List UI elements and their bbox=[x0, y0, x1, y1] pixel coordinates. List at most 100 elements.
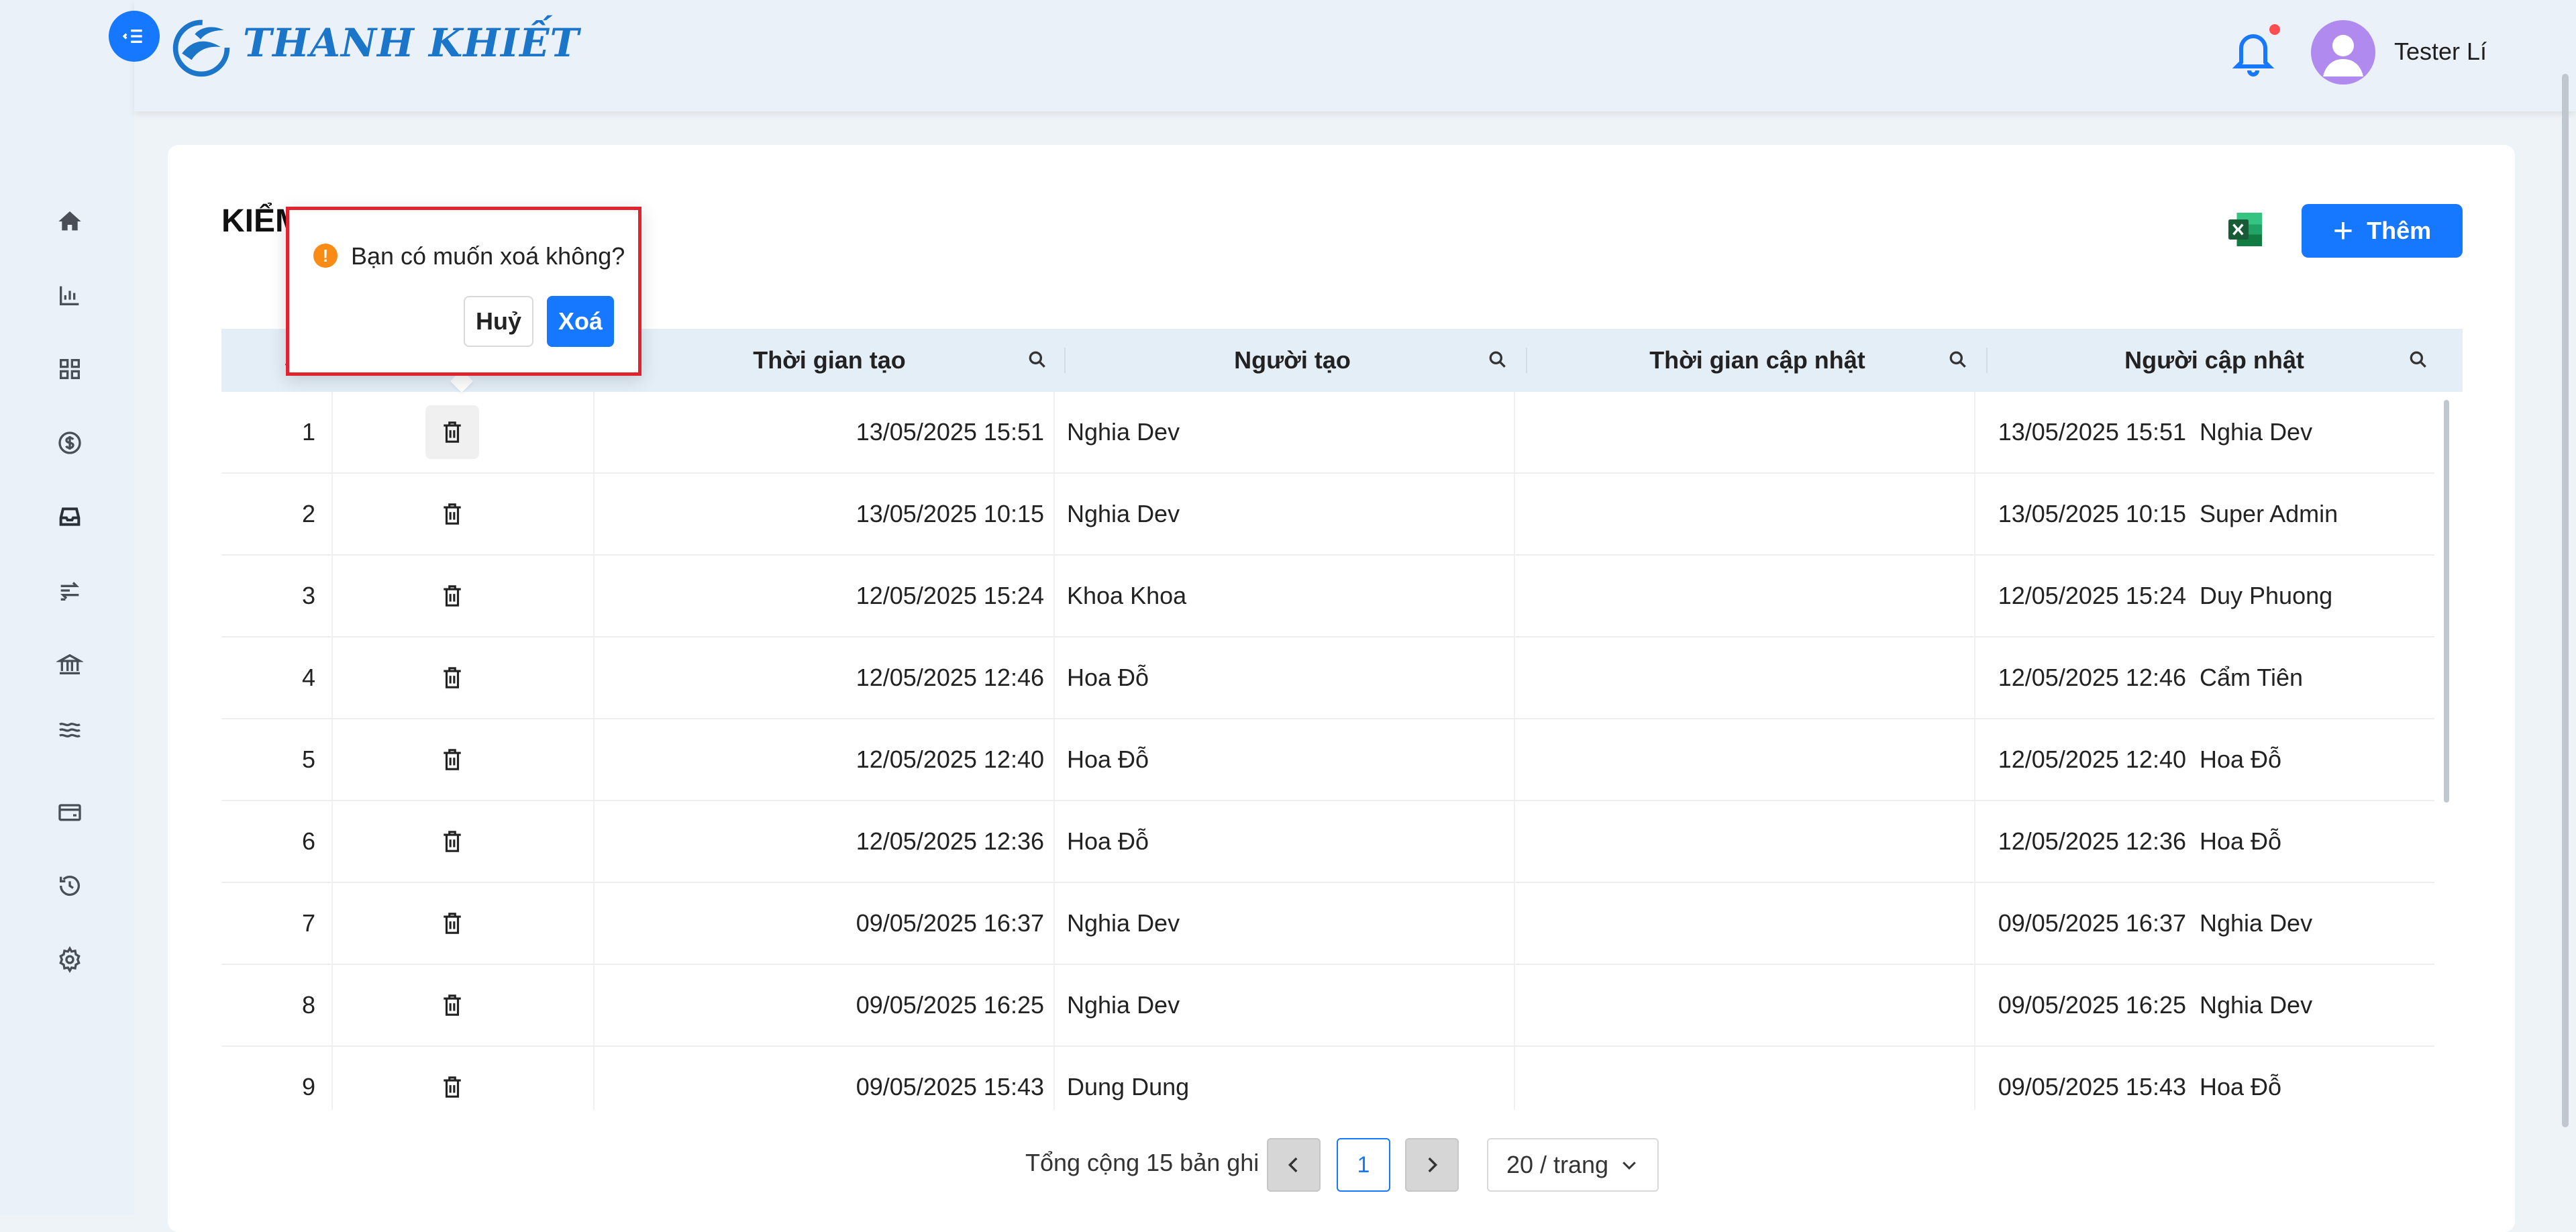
updated-time-cell: 12/05/2025 15:24 bbox=[1998, 582, 2186, 609]
delete-button[interactable] bbox=[333, 801, 572, 882]
confirm-delete-button[interactable]: Xoá bbox=[547, 296, 614, 347]
updater-cell: Nghia Dev bbox=[2200, 991, 2313, 1019]
creator-cell: Hoa Đỗ bbox=[1067, 827, 1149, 855]
avatar[interactable] bbox=[2311, 20, 2375, 85]
cancel-button[interactable]: Huỷ bbox=[464, 296, 533, 347]
table-row[interactable]: 7 09/05/2025 16:37 Nghia Dev 09/05/2025 … bbox=[221, 883, 2434, 965]
add-button-label: Thêm bbox=[2367, 217, 2432, 244]
stt-cell: 6 bbox=[301, 827, 315, 855]
page-size-select[interactable]: 20 / trang bbox=[1487, 1138, 1659, 1192]
delete-button[interactable] bbox=[333, 556, 572, 636]
menu-toggle-button[interactable] bbox=[109, 11, 160, 62]
stt-cell: 7 bbox=[301, 909, 315, 937]
updater-cell: Cẩm Tiên bbox=[2200, 664, 2304, 691]
popconfirm-message: Bạn có muốn xoá không? bbox=[351, 242, 625, 270]
creator-cell: Nghia Dev bbox=[1067, 991, 1180, 1019]
created-time-cell: 09/05/2025 16:37 bbox=[856, 909, 1044, 937]
table-row[interactable]: 4 12/05/2025 12:46 Hoa Đỗ 12/05/2025 12:… bbox=[221, 637, 2434, 719]
trash-icon bbox=[444, 667, 461, 688]
total-records: Tổng cộng 15 bản ghi bbox=[1025, 1149, 1259, 1176]
column-header-updated-time: Thời gian cập nhật bbox=[1649, 346, 1865, 374]
table-row[interactable]: 2 13/05/2025 10:15 Nghia Dev 13/05/2025 … bbox=[221, 474, 2434, 556]
sidebar bbox=[0, 0, 134, 1215]
creator-cell: Khoa Khoa bbox=[1067, 582, 1187, 609]
updater-cell: Hoa Đỗ bbox=[2200, 746, 2282, 773]
delete-button[interactable] bbox=[333, 883, 572, 964]
table-row[interactable]: 3 12/05/2025 15:24 Khoa Khoa 12/05/2025 … bbox=[221, 556, 2434, 637]
delete-button[interactable] bbox=[333, 474, 572, 554]
user-name[interactable]: Tester Lí bbox=[2394, 38, 2487, 66]
updated-time-cell: 13/05/2025 10:15 bbox=[1998, 500, 2186, 527]
page-size-value: 20 / trang bbox=[1506, 1151, 1609, 1178]
stt-cell: 3 bbox=[301, 582, 315, 609]
updater-cell: Hoa Đỗ bbox=[2200, 827, 2282, 855]
brand-name: THANH KHIẾT bbox=[243, 20, 580, 66]
stt-cell: 9 bbox=[301, 1073, 315, 1100]
updated-time-cell: 12/05/2025 12:40 bbox=[1998, 746, 2186, 773]
trash-icon bbox=[444, 1076, 461, 1098]
delete-button[interactable] bbox=[333, 1047, 572, 1110]
created-time-cell: 12/05/2025 12:40 bbox=[856, 746, 1044, 773]
delete-popconfirm: ! Bạn có muốn xoá không? Huỷ Xoá bbox=[286, 207, 641, 376]
creator-cell: Nghia Dev bbox=[1067, 909, 1180, 937]
next-page-button[interactable] bbox=[1405, 1138, 1459, 1192]
updater-cell: Hoa Đỗ bbox=[2200, 1073, 2282, 1100]
page-number-current[interactable]: 1 bbox=[1337, 1138, 1390, 1192]
column-header-creator: Người tạo bbox=[1234, 346, 1351, 374]
excel-icon[interactable] bbox=[2225, 209, 2265, 250]
table-row[interactable]: 8 09/05/2025 16:25 Nghia Dev 09/05/2025 … bbox=[221, 965, 2434, 1047]
updater-cell: Nghia Dev bbox=[2200, 418, 2313, 446]
created-time-cell: 09/05/2025 16:25 bbox=[856, 991, 1044, 1019]
table-row[interactable]: 9 09/05/2025 15:43 Dung Dung 09/05/2025 … bbox=[221, 1047, 2434, 1110]
bank-icon[interactable] bbox=[54, 648, 86, 680]
stt-cell: 4 bbox=[301, 664, 315, 691]
updated-time-cell: 09/05/2025 16:25 bbox=[1998, 991, 2186, 1019]
dollar-icon[interactable] bbox=[54, 427, 86, 459]
settings-icon[interactable] bbox=[54, 943, 86, 976]
stt-cell: 8 bbox=[301, 991, 315, 1019]
search-icon[interactable] bbox=[1487, 349, 1508, 370]
history-icon[interactable] bbox=[54, 870, 86, 902]
trash-icon bbox=[444, 749, 461, 770]
updated-time-cell: 09/05/2025 15:43 bbox=[1998, 1073, 2186, 1100]
dashboard-grid-icon[interactable] bbox=[54, 353, 86, 385]
delete-button[interactable] bbox=[333, 965, 572, 1045]
chevron-right-icon bbox=[1428, 1157, 1438, 1173]
water-waves-icon[interactable] bbox=[54, 714, 86, 746]
chevron-left-icon bbox=[1288, 1157, 1298, 1173]
created-time-cell: 12/05/2025 12:46 bbox=[856, 664, 1044, 691]
add-button[interactable]: + Thêm bbox=[2302, 204, 2463, 258]
transfer-icon[interactable] bbox=[54, 574, 86, 607]
creator-cell: Hoa Đỗ bbox=[1067, 746, 1149, 773]
inbox-icon[interactable] bbox=[54, 501, 86, 533]
delete-button[interactable] bbox=[333, 637, 572, 718]
creator-cell: Nghia Dev bbox=[1067, 418, 1180, 446]
updater-cell: Super Admin bbox=[2200, 500, 2338, 527]
delete-button[interactable] bbox=[333, 392, 572, 472]
table-row[interactable]: 1 13/05/2025 15:51 Nghia Dev 13/05/2025 … bbox=[221, 392, 2434, 474]
search-icon[interactable] bbox=[1947, 349, 1969, 370]
delete-button[interactable] bbox=[333, 719, 572, 800]
created-time-cell: 12/05/2025 12:36 bbox=[856, 827, 1044, 855]
table-row[interactable]: 5 12/05/2025 12:40 Hoa Đỗ 12/05/2025 12:… bbox=[221, 719, 2434, 801]
bell-icon[interactable] bbox=[2229, 25, 2277, 79]
created-time-cell: 12/05/2025 15:24 bbox=[856, 582, 1044, 609]
created-time-cell: 13/05/2025 15:51 bbox=[856, 418, 1044, 446]
updated-time-cell: 13/05/2025 15:51 bbox=[1998, 418, 2186, 446]
page-scrollbar[interactable] bbox=[2562, 74, 2569, 1127]
table-row[interactable]: 6 12/05/2025 12:36 Hoa Đỗ 12/05/2025 12:… bbox=[221, 801, 2434, 883]
updater-cell: Nghia Dev bbox=[2200, 909, 2313, 937]
search-icon[interactable] bbox=[1027, 349, 1048, 370]
bar-chart-icon[interactable] bbox=[54, 279, 86, 311]
creator-cell: Nghia Dev bbox=[1067, 500, 1180, 527]
table-scrollbar[interactable] bbox=[2444, 400, 2449, 803]
creator-cell: Dung Dung bbox=[1067, 1073, 1190, 1100]
trash-icon bbox=[444, 994, 461, 1016]
home-icon[interactable] bbox=[54, 205, 86, 238]
wallet-icon[interactable] bbox=[54, 796, 86, 828]
updated-time-cell: 12/05/2025 12:46 bbox=[1998, 664, 2186, 691]
search-icon[interactable] bbox=[2408, 349, 2429, 370]
trash-icon bbox=[444, 831, 461, 852]
prev-page-button[interactable] bbox=[1267, 1138, 1321, 1192]
notification-dot bbox=[2269, 24, 2280, 35]
